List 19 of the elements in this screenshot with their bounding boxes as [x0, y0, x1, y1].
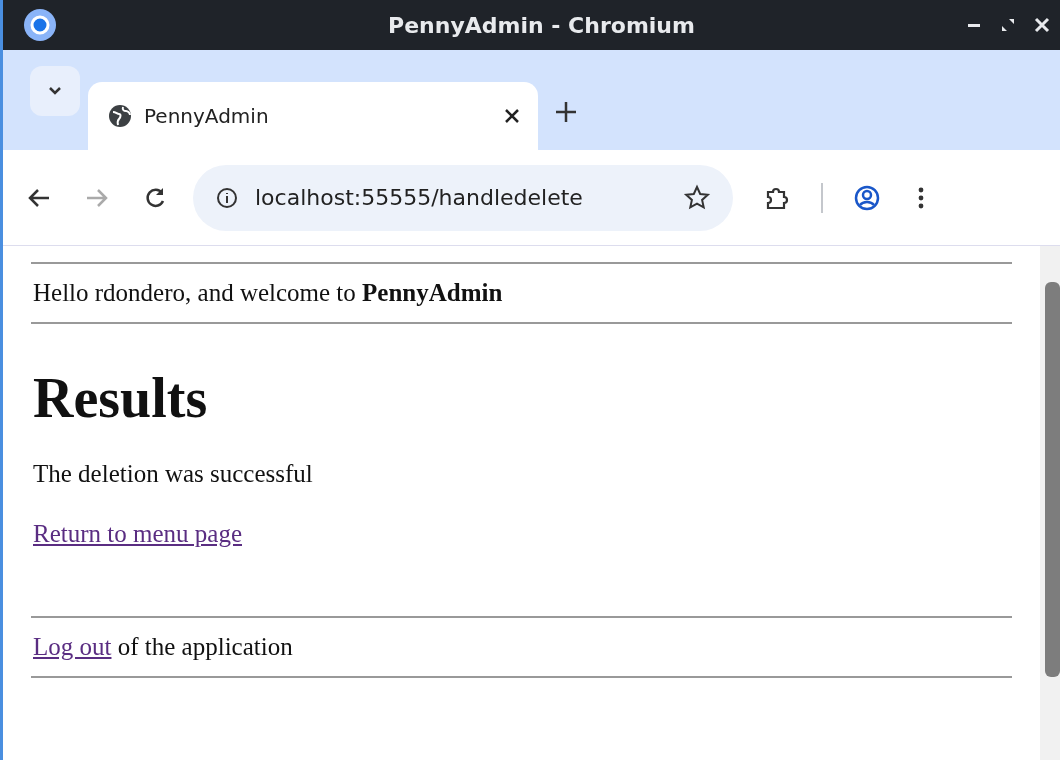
window-title: PennyAdmin - Chromium: [387, 12, 696, 38]
url-text: localhost:55555/handledelete: [255, 185, 584, 210]
bookmark-star-icon[interactable]: [683, 183, 711, 212]
browser-tab[interactable]: PennyAdmin: [88, 82, 538, 150]
restore-icon[interactable]: [1000, 17, 1016, 33]
profile-icon[interactable]: [853, 183, 881, 212]
page-heading: Results: [33, 366, 209, 430]
scrollbar[interactable]: [1040, 246, 1060, 760]
close-icon[interactable]: [1034, 17, 1050, 33]
result-message: The deletion was successful: [33, 460, 314, 488]
info-icon[interactable]: [215, 185, 239, 210]
logout-link[interactable]: Log out: [33, 633, 112, 660]
logout-text: of the application: [117, 633, 293, 660]
greeting-text: Hello rdondero, and welcome to PennyAdmin: [32, 278, 504, 308]
menu-link[interactable]: Return to menu page: [33, 520, 242, 547]
scrollbar-thumb[interactable]: [1045, 282, 1060, 677]
globe-icon: [108, 104, 132, 128]
browser-logo-icon: [23, 8, 57, 42]
address-bar[interactable]: localhost:55555/handledelete: [193, 164, 733, 231]
